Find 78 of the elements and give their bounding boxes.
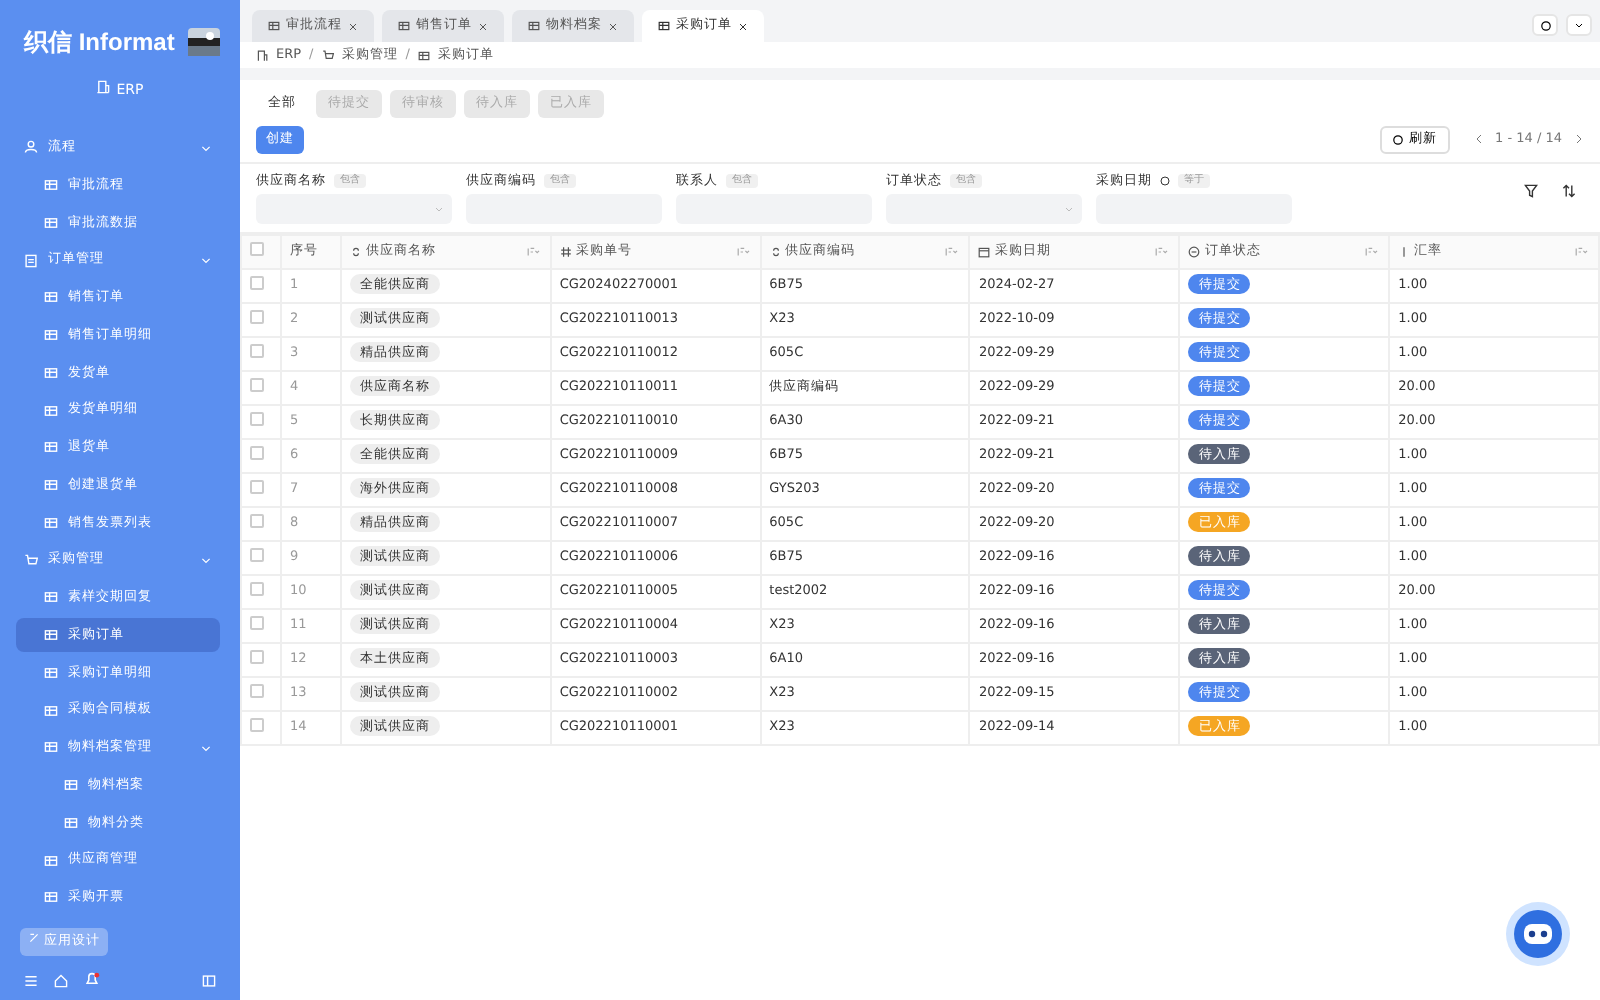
column-menu-icon[interactable] — [1152, 246, 1171, 259]
column-menu-icon[interactable] — [942, 246, 961, 259]
table-icon — [268, 20, 280, 33]
collapse-icon[interactable] — [202, 973, 216, 987]
filter-icon[interactable] — [1524, 183, 1538, 197]
bell-icon[interactable] — [84, 972, 100, 988]
table-icon — [44, 403, 58, 418]
table-icon — [528, 20, 540, 33]
column-menu-icon[interactable] — [523, 246, 542, 259]
group-icon — [24, 253, 38, 268]
close-icon[interactable] — [478, 21, 488, 32]
table-icon — [44, 290, 58, 305]
next-page-icon[interactable] — [1574, 134, 1584, 145]
row-checkbox[interactable] — [250, 309, 264, 324]
reload-icon — [1539, 19, 1551, 31]
sort-icon[interactable] — [1562, 183, 1576, 197]
row-checkbox[interactable] — [250, 377, 264, 392]
close-icon[interactable] — [738, 21, 748, 32]
row-checkbox[interactable] — [250, 649, 264, 664]
field-type-icon — [769, 246, 782, 259]
row-checkbox[interactable] — [250, 717, 264, 732]
table-icon — [44, 890, 58, 905]
table-icon — [44, 515, 58, 530]
building-icon — [256, 49, 268, 61]
table-icon — [44, 853, 58, 868]
table-icon — [44, 665, 58, 680]
table-icon — [44, 365, 58, 380]
table-icon — [44, 440, 58, 455]
close-icon[interactable] — [608, 21, 618, 32]
table-icon — [398, 20, 410, 33]
field-type-icon — [1398, 246, 1411, 259]
table-icon — [64, 778, 78, 793]
table-icon — [64, 815, 78, 830]
refresh-icon — [1391, 133, 1404, 146]
row-checkbox[interactable] — [250, 615, 264, 630]
group-icon — [24, 553, 38, 568]
field-type-icon — [350, 246, 362, 259]
table-icon — [658, 20, 670, 33]
brand-title: 织信 Informat — [24, 26, 175, 60]
select-field[interactable] — [256, 194, 452, 225]
row-checkbox[interactable] — [250, 513, 264, 528]
info-icon — [1160, 175, 1170, 186]
column-menu-icon[interactable] — [1362, 246, 1381, 259]
select-field[interactable] — [886, 194, 1082, 225]
breadcrumb-icon — [417, 49, 430, 61]
breadcrumb-icon — [321, 49, 334, 61]
select-all-checkbox[interactable] — [250, 241, 264, 256]
menu-icon[interactable] — [24, 973, 38, 987]
row-checkbox[interactable] — [250, 479, 264, 494]
field-type-icon — [978, 246, 991, 259]
table-icon — [44, 328, 58, 343]
assistant-robot-icon[interactable] — [1504, 900, 1572, 968]
table-icon — [44, 703, 58, 718]
row-checkbox[interactable] — [250, 343, 264, 358]
row-checkbox[interactable] — [250, 547, 264, 562]
table-icon — [44, 590, 58, 605]
home-icon[interactable] — [54, 973, 68, 987]
table-icon — [44, 740, 58, 755]
row-checkbox[interactable] — [250, 411, 264, 426]
table-icon — [44, 478, 58, 493]
column-menu-icon[interactable] — [1572, 246, 1590, 259]
row-checkbox[interactable] — [250, 275, 264, 290]
row-checkbox[interactable] — [250, 581, 264, 596]
column-menu-icon[interactable] — [733, 246, 752, 259]
group-icon — [24, 140, 38, 155]
design-icon — [28, 932, 40, 945]
row-checkbox[interactable] — [250, 683, 264, 698]
table-icon — [44, 628, 58, 643]
building-icon — [96, 80, 111, 94]
field-type-icon — [1188, 246, 1201, 259]
table-icon — [44, 178, 58, 193]
previous-page-icon[interactable] — [1473, 134, 1484, 145]
reload-button[interactable] — [1532, 14, 1558, 36]
close-icon[interactable] — [348, 21, 358, 32]
more-button[interactable] — [1566, 14, 1592, 36]
field-type-icon — [559, 246, 572, 259]
table-icon — [44, 215, 58, 230]
row-checkbox[interactable] — [250, 445, 264, 460]
